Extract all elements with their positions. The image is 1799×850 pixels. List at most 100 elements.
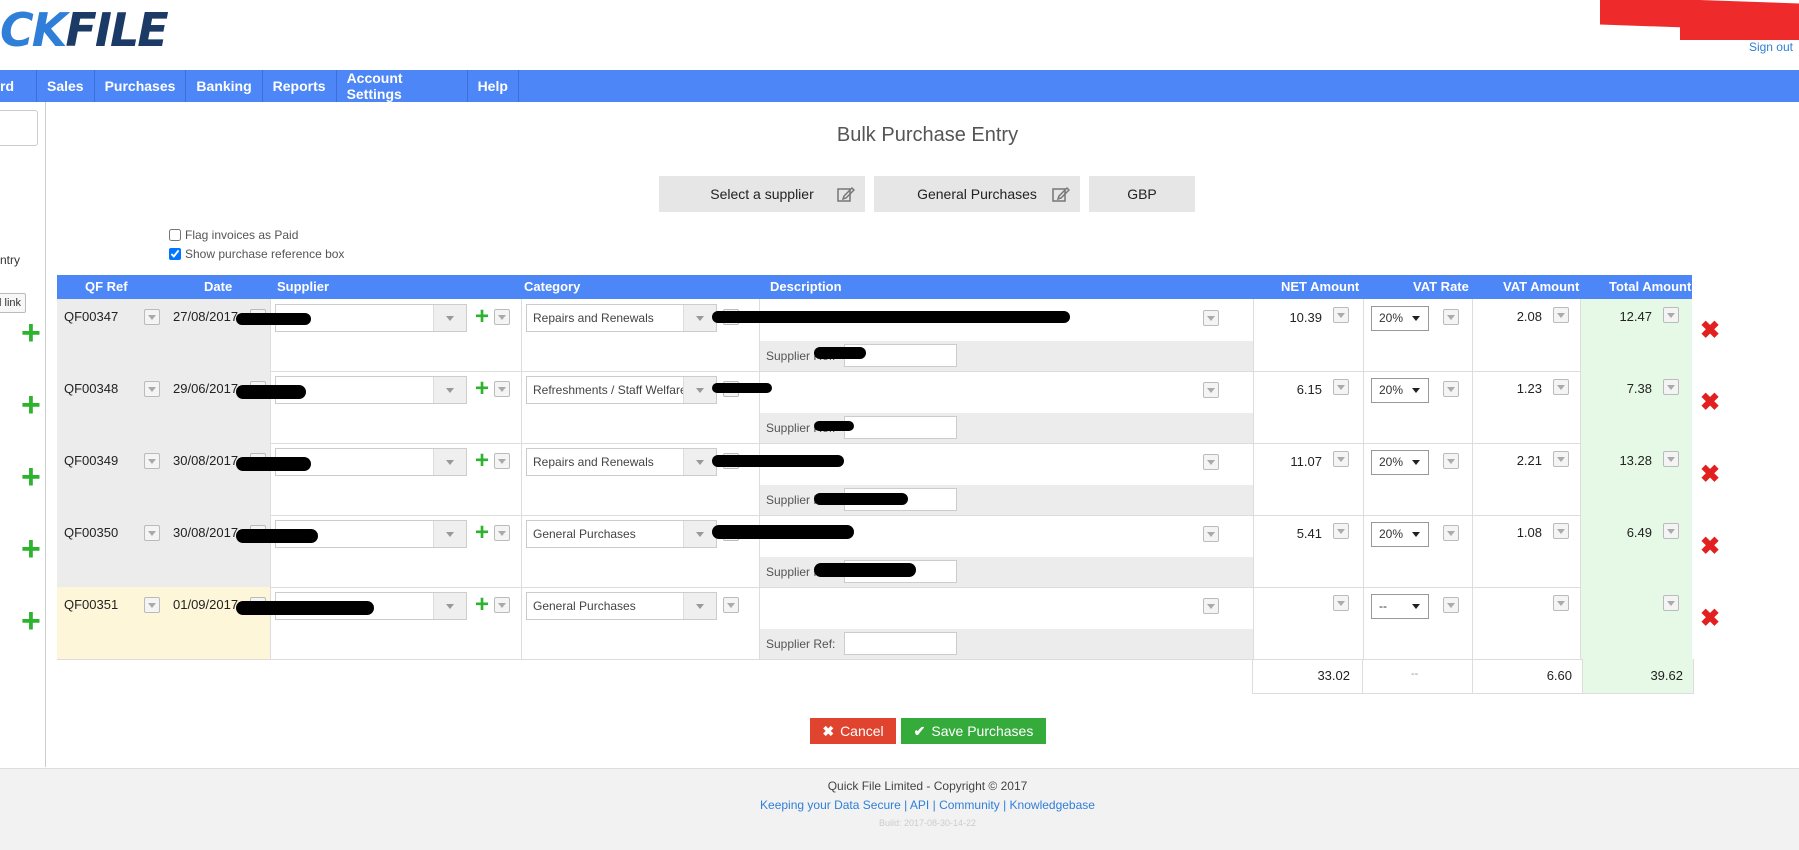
add-supplier-icon[interactable]: + xyxy=(475,449,489,473)
add-row-icon[interactable]: + xyxy=(21,460,41,494)
general-purchases-button[interactable]: General Purchases xyxy=(874,176,1080,212)
delete-row-icon[interactable]: ✖ xyxy=(1700,535,1720,559)
footer-link-knowledgebase[interactable]: Knowledgebase xyxy=(1010,798,1095,812)
date-field[interactable]: 30/08/2017 xyxy=(173,453,238,468)
dropdown-icon[interactable] xyxy=(1333,379,1349,395)
delete-row-icon[interactable]: ✖ xyxy=(1700,607,1720,631)
footer-link-secure[interactable]: Keeping your Data Secure xyxy=(760,798,901,812)
dropdown-icon[interactable] xyxy=(1553,595,1569,611)
footer-link-community[interactable]: Community xyxy=(939,798,1000,812)
vat-amount[interactable]: 2.21 xyxy=(1517,453,1542,468)
vat-rate-select[interactable]: 20% xyxy=(1371,306,1429,331)
dropdown-icon[interactable] xyxy=(1443,525,1459,541)
show-ref-checkbox[interactable] xyxy=(169,248,181,260)
category-select[interactable]: Repairs and Renewals xyxy=(526,448,717,476)
dropdown-icon[interactable] xyxy=(1553,307,1569,323)
dropdown-icon[interactable] xyxy=(1663,307,1679,323)
vat-rate-select[interactable]: -- xyxy=(1371,594,1429,619)
dropdown-icon[interactable] xyxy=(1333,523,1349,539)
dropdown-icon[interactable] xyxy=(1203,598,1219,614)
currency-button[interactable]: GBP xyxy=(1089,176,1195,212)
dropdown-icon[interactable] xyxy=(144,597,160,613)
description-cell[interactable]: Supplier Ref: xyxy=(760,299,1253,371)
dropdown-icon[interactable] xyxy=(1333,451,1349,467)
dropdown-icon[interactable] xyxy=(144,453,160,469)
quickfile-logo[interactable]: CKFILE xyxy=(0,2,169,58)
dropdown-icon[interactable] xyxy=(1663,379,1679,395)
add-supplier-icon[interactable]: + xyxy=(475,521,489,545)
nav-dashboard[interactable]: rd xyxy=(0,70,37,102)
vat-amount[interactable]: 1.08 xyxy=(1517,525,1542,540)
vat-amount[interactable]: 1.23 xyxy=(1517,381,1542,396)
dropdown-icon[interactable] xyxy=(1333,307,1349,323)
description-cell[interactable]: Supplier Ref: xyxy=(760,587,1253,659)
nav-banking[interactable]: Banking xyxy=(186,70,263,102)
add-supplier-icon[interactable]: + xyxy=(475,377,489,401)
date-field[interactable]: 29/06/2017 xyxy=(173,381,238,396)
chevron-down-icon[interactable] xyxy=(683,305,716,331)
show-ref-option[interactable]: Show purchase reference box xyxy=(169,247,344,261)
vat-amount[interactable]: 2.08 xyxy=(1517,309,1542,324)
dropdown-icon[interactable] xyxy=(1203,526,1219,542)
net-amount[interactable]: 11.07 xyxy=(1290,454,1322,469)
nav-purchases[interactable]: Purchases xyxy=(95,70,187,102)
edit-icon[interactable] xyxy=(1052,185,1070,203)
save-purchases-button[interactable]: ✔ Save Purchases xyxy=(901,718,1046,744)
chevron-down-icon[interactable] xyxy=(433,593,466,619)
chevron-down-icon[interactable] xyxy=(433,521,466,547)
dropdown-icon[interactable] xyxy=(1203,382,1219,398)
add-row-icon[interactable]: + xyxy=(21,532,41,566)
date-field[interactable]: 27/08/2017 xyxy=(173,309,238,324)
footer-link-api[interactable]: API xyxy=(910,798,929,812)
dropdown-icon[interactable] xyxy=(1203,310,1219,326)
add-supplier-icon[interactable]: + xyxy=(475,593,489,617)
sign-out-link[interactable]: Sign out xyxy=(1749,40,1793,54)
dropdown-icon[interactable] xyxy=(494,309,510,325)
dropdown-icon[interactable] xyxy=(494,381,510,397)
nav-help[interactable]: Help xyxy=(468,70,519,102)
add-row-icon[interactable]: + xyxy=(21,316,41,350)
category-select[interactable]: Repairs and Renewals xyxy=(526,304,717,332)
dropdown-icon[interactable] xyxy=(494,597,510,613)
dropdown-icon[interactable] xyxy=(1203,454,1219,470)
dropdown-icon[interactable] xyxy=(144,309,160,325)
nav-sales[interactable]: Sales xyxy=(37,70,95,102)
add-row-icon[interactable]: + xyxy=(21,604,41,638)
cancel-button[interactable]: ✖ Cancel xyxy=(810,718,896,744)
dropdown-icon[interactable] xyxy=(1333,595,1349,611)
flag-paid-checkbox[interactable] xyxy=(169,229,181,241)
net-amount[interactable]: 10.39 xyxy=(1289,310,1322,325)
dropdown-icon[interactable] xyxy=(1663,523,1679,539)
chevron-down-icon[interactable] xyxy=(683,593,716,619)
chevron-down-icon[interactable] xyxy=(683,521,716,547)
chevron-down-icon[interactable] xyxy=(683,449,716,475)
dropdown-icon[interactable] xyxy=(723,597,739,613)
sidebar-entry-text[interactable]: ntry xyxy=(0,253,20,267)
dropdown-icon[interactable] xyxy=(1443,597,1459,613)
dropdown-icon[interactable] xyxy=(494,453,510,469)
dropdown-icon[interactable] xyxy=(1553,451,1569,467)
add-supplier-icon[interactable]: + xyxy=(475,305,489,329)
dropdown-icon[interactable] xyxy=(1443,453,1459,469)
add-row-icon[interactable]: + xyxy=(21,388,41,422)
dropdown-icon[interactable] xyxy=(1553,523,1569,539)
vat-rate-select[interactable]: 20% xyxy=(1371,378,1429,403)
flag-paid-option[interactable]: Flag invoices as Paid xyxy=(169,228,298,242)
net-amount[interactable]: 5.41 xyxy=(1297,526,1322,541)
date-field[interactable]: 01/09/2017 xyxy=(173,597,238,612)
dropdown-icon[interactable] xyxy=(494,525,510,541)
nav-account-settings[interactable]: Account Settings xyxy=(337,70,468,102)
edit-icon[interactable] xyxy=(837,185,855,203)
dropdown-icon[interactable] xyxy=(1663,595,1679,611)
nav-reports[interactable]: Reports xyxy=(263,70,337,102)
date-field[interactable]: 30/08/2017 xyxy=(173,525,238,540)
chevron-down-icon[interactable] xyxy=(433,305,466,331)
dropdown-icon[interactable] xyxy=(144,381,160,397)
chevron-down-icon[interactable] xyxy=(683,377,716,403)
sidebar-link-button[interactable]: l link xyxy=(0,293,26,313)
dropdown-icon[interactable] xyxy=(1443,381,1459,397)
delete-row-icon[interactable]: ✖ xyxy=(1700,319,1720,343)
category-select[interactable]: Refreshments / Staff Welfare xyxy=(526,376,717,404)
description-cell[interactable]: Supplier Ref: xyxy=(760,371,1253,443)
dropdown-icon[interactable] xyxy=(1443,309,1459,325)
